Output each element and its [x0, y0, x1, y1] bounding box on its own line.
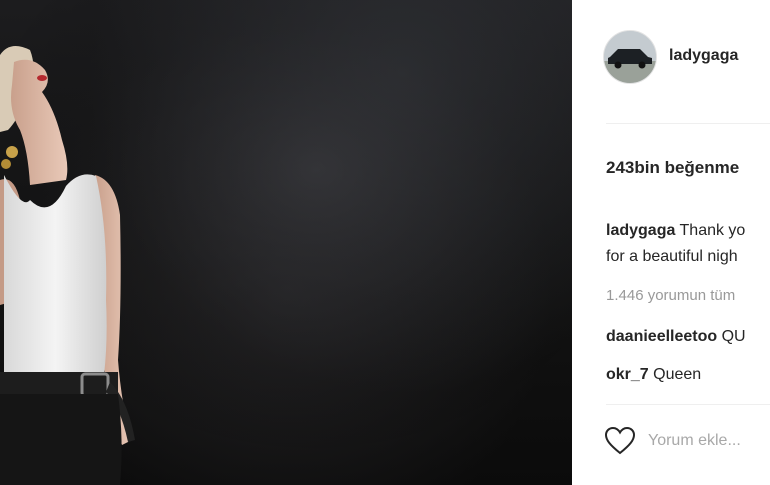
- header-divider: [606, 123, 770, 124]
- performer-silhouette: [0, 0, 575, 485]
- comment-username[interactable]: okr_7: [606, 366, 649, 383]
- likes-count[interactable]: 243bin beğenme: [606, 158, 739, 178]
- comment-username[interactable]: daanieelleetoo: [606, 328, 717, 345]
- avatar-car-image: [604, 31, 656, 83]
- header-username[interactable]: ladygaga: [669, 47, 738, 65]
- heart-outline-icon[interactable]: [604, 426, 636, 456]
- comment-text: QU: [721, 328, 746, 345]
- comment-text: Queen: [653, 366, 702, 383]
- post-caption: ladygaga Thank yo for a beautiful nigh: [606, 218, 770, 270]
- comment-item: daanieelleetoo QU: [606, 328, 746, 346]
- add-comment-input[interactable]: [648, 428, 768, 454]
- actions-divider: [606, 404, 770, 405]
- post-photo[interactable]: [0, 0, 575, 485]
- caption-text-line1: Thank yo: [679, 222, 746, 239]
- comment-item: okr_7 Queen: [606, 366, 701, 384]
- caption-username[interactable]: ladygaga: [606, 222, 675, 239]
- profile-avatar[interactable]: [603, 30, 657, 84]
- view-all-comments-link[interactable]: 1.446 yorumun tüm: [606, 287, 735, 304]
- post-header: ladygaga: [578, 0, 770, 122]
- caption-text-line2: for a beautiful nigh: [606, 248, 738, 265]
- post-details-panel: ladygaga 243bin beğenme ladygaga Thank y…: [578, 0, 770, 485]
